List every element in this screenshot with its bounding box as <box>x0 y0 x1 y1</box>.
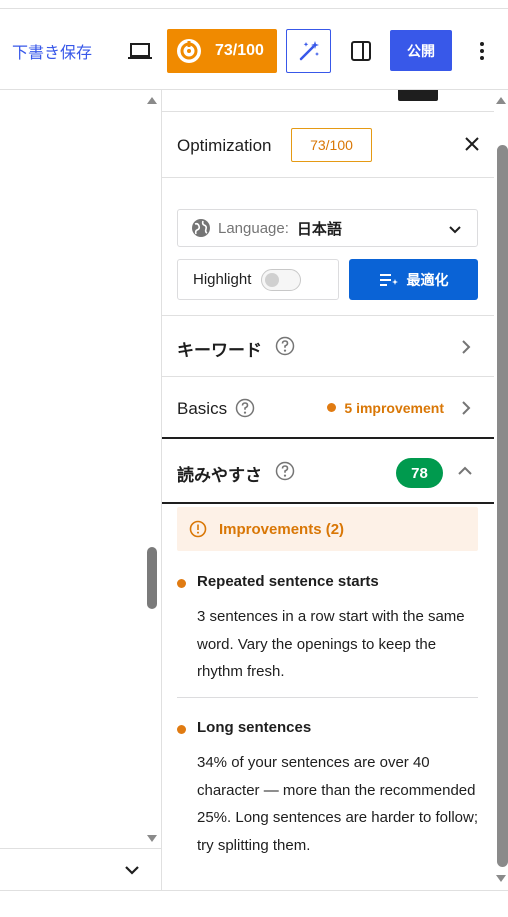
tooltip-tail <box>398 90 438 101</box>
optimization-score-badge: 73/100 <box>291 128 372 162</box>
warning-dot <box>327 403 337 412</box>
help-icon[interactable] <box>235 398 255 418</box>
seo-score-label: 73/100 <box>215 42 264 59</box>
bottom-divider <box>0 890 508 891</box>
seo-score-icon <box>177 39 201 63</box>
chevron-down-icon[interactable] <box>122 860 142 880</box>
help-icon[interactable] <box>275 461 295 481</box>
language-value: 日本語 <box>296 219 342 238</box>
language-select[interactable]: Language: 日本語 <box>177 209 478 247</box>
scroll-up-arrow-icon[interactable] <box>495 95 507 105</box>
improvement-item: Long sentences 34% of your sentences are… <box>177 719 478 864</box>
ai-wand-icon <box>299 41 319 61</box>
basics-status-text: 5 improvement <box>344 400 444 416</box>
scroll-down-arrow-icon[interactable] <box>146 834 158 844</box>
section-basics-title: Basics <box>177 399 228 418</box>
device-preview-button[interactable] <box>124 35 156 67</box>
ai-assistant-button[interactable] <box>286 29 331 73</box>
section-basics[interactable]: Basics 5 improvement <box>162 376 494 437</box>
warning-dot <box>177 579 186 588</box>
optimize-button[interactable]: 最適化 <box>349 259 478 300</box>
highlight-toggle[interactable] <box>261 268 302 291</box>
laptop-icon <box>128 43 152 59</box>
alert-circle-icon <box>189 520 207 538</box>
readability-score-badge: 78 <box>396 458 443 488</box>
improvement-description: 34% of your sentences are over 40 charac… <box>197 754 479 854</box>
help-icon[interactable] <box>275 336 295 356</box>
language-label: Language: <box>218 219 289 237</box>
improvement-item: Repeated sentence starts 3 sentences in … <box>177 573 478 693</box>
section-readability-title: 読みやすさ <box>177 466 262 486</box>
optimize-label: 最適化 <box>406 272 449 289</box>
item-divider <box>177 697 478 698</box>
improvement-description: 3 sentences in a row start with the same… <box>197 608 465 680</box>
scroll-down-arrow-icon[interactable] <box>495 874 507 884</box>
publish-button[interactable]: 公開 <box>390 30 452 71</box>
improvements-header: Improvements (2) <box>219 520 345 538</box>
close-icon[interactable] <box>460 132 484 156</box>
editor-scrollbar-thumb[interactable] <box>147 547 157 609</box>
globe-icon <box>192 219 210 237</box>
section-keyword-title: キーワード <box>177 341 262 361</box>
seo-score-button[interactable]: 73/100 <box>167 29 277 73</box>
options-menu-button[interactable] <box>468 35 496 67</box>
optimize-list-icon <box>379 273 398 286</box>
warning-dot <box>177 725 186 734</box>
improvements-banner: Improvements (2) <box>177 507 478 551</box>
basics-status-badge: 5 improvement <box>327 400 444 416</box>
more-vertical-icon <box>480 42 484 60</box>
improvement-title: Repeated sentence starts <box>197 573 379 590</box>
chevron-down-icon <box>449 226 461 234</box>
highlight-label: Highlight <box>193 271 252 288</box>
save-draft-button[interactable]: 下書き保存 <box>12 39 92 63</box>
section-readability[interactable]: 読みやすさ 78 <box>162 437 494 504</box>
editor-canvas[interactable] <box>0 90 162 848</box>
chevron-up-icon <box>458 466 472 475</box>
sidebar-scrollbar-thumb[interactable] <box>497 145 508 867</box>
optimization-title: Optimization <box>177 136 272 155</box>
sidebar-panel-icon <box>351 41 371 61</box>
improvement-title: Long sentences <box>197 719 312 736</box>
section-keyword[interactable]: キーワード <box>162 315 494 377</box>
toggle-knob <box>265 272 280 287</box>
optimization-header: Optimization 73/100 <box>162 111 494 178</box>
scroll-up-arrow-icon[interactable] <box>146 95 158 105</box>
settings-panel-button[interactable] <box>345 35 377 67</box>
highlight-control: Highlight <box>177 259 339 300</box>
editor-toolbar: 下書き保存 73/100 公開 <box>0 8 508 90</box>
chevron-right-icon <box>462 340 471 354</box>
chevron-right-icon <box>462 401 471 415</box>
